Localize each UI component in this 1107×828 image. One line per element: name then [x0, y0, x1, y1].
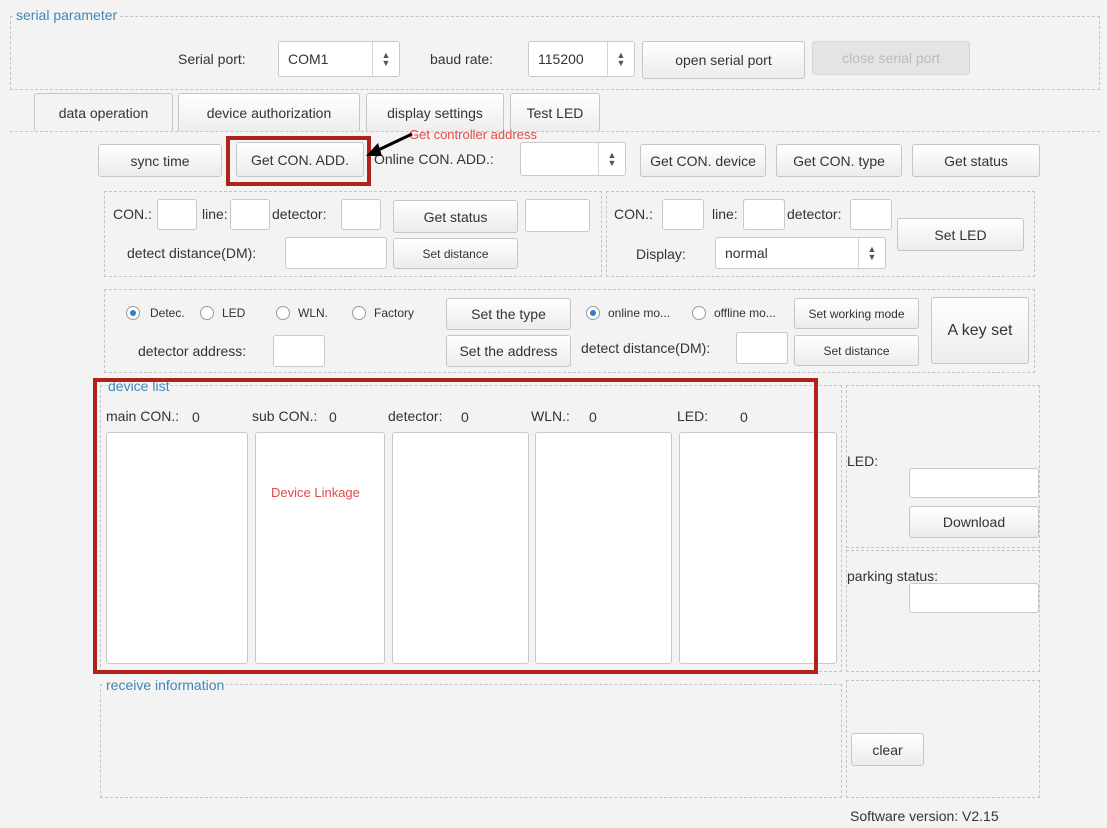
a-key-set-button[interactable]: A key set: [931, 297, 1029, 364]
radio-detec-label: Detec.: [150, 306, 185, 320]
set-led-button[interactable]: Set LED: [897, 218, 1024, 251]
led-line-label: line:: [712, 206, 738, 222]
parking-status-label: parking status:: [847, 568, 939, 584]
line-input[interactable]: [230, 199, 270, 230]
serial-parameter-legend: serial parameter: [14, 7, 120, 23]
radio-online-mode-label: online mo...: [608, 306, 671, 320]
led-con-input[interactable]: [662, 199, 704, 230]
tab-device-authorization[interactable]: device authorization: [178, 93, 360, 131]
display-select[interactable]: normal ▲ ▼: [715, 237, 886, 269]
baud-rate-value: 115200: [538, 51, 584, 67]
tab-content-border: [10, 131, 1100, 132]
clear-button[interactable]: clear: [851, 733, 924, 766]
spinner-arrows-icon: ▲ ▼: [858, 238, 885, 268]
detector-address-input[interactable]: [273, 335, 325, 367]
led-line-input[interactable]: [743, 199, 785, 230]
arrow-icon: [366, 132, 413, 156]
software-version: Software version: V2.15: [850, 808, 999, 824]
detector-label: detector:: [272, 206, 327, 222]
get-con-device-button[interactable]: Get CON. device: [640, 144, 766, 177]
radio-detec[interactable]: [126, 306, 140, 320]
parking-status-field: [909, 583, 1039, 613]
device-linkage-annotation: Device Linkage: [271, 485, 360, 500]
type-detect-distance-input[interactable]: [736, 332, 788, 364]
radio-factory[interactable]: [352, 306, 366, 320]
radio-offline-mode-label: offline mo...: [714, 306, 776, 320]
set-working-mode-button[interactable]: Set working mode: [794, 298, 919, 329]
online-con-add-select[interactable]: ▲ ▼: [520, 142, 626, 176]
set-distance-button[interactable]: Set distance: [393, 238, 518, 269]
receive-information-text[interactable]: [104, 692, 838, 794]
detector-input[interactable]: [341, 199, 381, 230]
open-serial-port-button[interactable]: open serial port: [642, 41, 805, 79]
spinner-arrows-icon: ▲ ▼: [372, 42, 399, 76]
set-the-address-button[interactable]: Set the address: [446, 335, 571, 367]
baud-rate-label: baud rate:: [430, 51, 494, 67]
serial-port-select[interactable]: COM1 ▲ ▼: [278, 41, 400, 77]
download-button[interactable]: Download: [909, 506, 1039, 538]
get-controller-address-annotation: Get controller address: [409, 127, 537, 142]
led-detector-input[interactable]: [850, 199, 892, 230]
detector-get-status-button[interactable]: Get status: [393, 200, 518, 233]
sync-time-button[interactable]: sync time: [98, 144, 222, 177]
led-con-label: CON.:: [614, 206, 653, 222]
tab-data-operation[interactable]: data operation: [34, 93, 173, 131]
spinner-arrows-icon: ▲ ▼: [598, 143, 625, 175]
get-status-button[interactable]: Get status: [912, 144, 1040, 177]
radio-factory-label: Factory: [374, 306, 415, 320]
spinner-arrows-icon: ▲ ▼: [607, 42, 634, 76]
radio-led-label: LED: [222, 306, 246, 320]
serial-port-value: COM1: [288, 51, 329, 67]
radio-led[interactable]: [200, 306, 214, 320]
con-label: CON.:: [113, 206, 152, 222]
receive-information-legend: receive information: [104, 677, 227, 693]
radio-wln-label: WLN.: [298, 306, 328, 320]
type-set-distance-button[interactable]: Set distance: [794, 335, 919, 366]
side-led-label: LED:: [847, 453, 879, 469]
close-serial-port-button[interactable]: close serial port: [812, 41, 970, 75]
get-con-add-highlight: [226, 136, 371, 186]
line-label: line:: [202, 206, 228, 222]
detector-address-label: detector address:: [138, 343, 247, 359]
device-linkage-highlight: [93, 378, 818, 674]
led-detector-label: detector:: [787, 206, 842, 222]
tab-test-led[interactable]: Test LED: [510, 93, 600, 131]
side-led-input[interactable]: [909, 468, 1039, 498]
status-result-field: [525, 199, 590, 232]
serial-port-label: Serial port:: [178, 51, 246, 67]
con-input[interactable]: [157, 199, 197, 230]
baud-rate-select[interactable]: 115200 ▲ ▼: [528, 41, 635, 77]
set-the-type-button[interactable]: Set the type: [446, 298, 571, 330]
radio-wln[interactable]: [276, 306, 290, 320]
get-con-type-button[interactable]: Get CON. type: [776, 144, 902, 177]
detect-distance-input[interactable]: [285, 237, 387, 269]
display-value: normal: [725, 245, 768, 261]
type-detect-distance-label: detect distance(DM):: [581, 340, 711, 356]
display-label: Display:: [636, 246, 686, 262]
detect-distance-label: detect distance(DM):: [127, 245, 257, 261]
radio-offline-mode[interactable]: [692, 306, 706, 320]
radio-online-mode[interactable]: [586, 306, 600, 320]
